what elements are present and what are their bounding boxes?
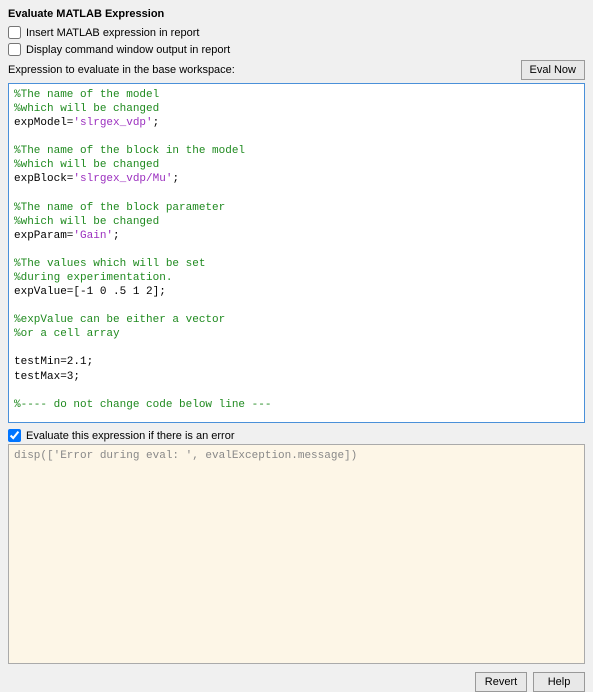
eval-error-label: Evaluate this expression if there is an … [26,430,235,442]
code-line: %during experimentation. [14,272,172,284]
insert-expr-checkbox[interactable] [8,26,21,39]
code-line: %or a cell array [14,328,120,340]
code-line: %The name of the block parameter [14,202,225,214]
revert-button[interactable]: Revert [475,672,527,692]
footer-buttons: Revert Help [8,672,585,692]
code-line: ; [113,230,120,242]
code-line: %which will be changed [14,159,159,171]
code-line: expValue=[-1 0 .5 1 2]; [14,286,166,298]
expression-label: Expression to evaluate in the base works… [8,64,235,76]
code-line: 'slrgex_vdp' [73,117,152,129]
display-output-row: Display command window output in report [8,43,585,56]
code-line: %The name of the block in the model [14,145,245,157]
code-line: %The values which will be set [14,258,205,270]
code-line: testMin=2.1; [14,356,93,368]
panel-title: Evaluate MATLAB Expression [8,8,585,20]
expression-editor[interactable]: %The name of the model %which will be ch… [8,83,585,423]
code-line: ; [172,173,179,185]
eval-error-row: Evaluate this expression if there is an … [8,429,585,442]
code-line: expBlock= [14,173,73,185]
expression-label-row: Expression to evaluate in the base works… [8,60,585,80]
code-line: %which will be changed [14,216,159,228]
code-line: %---- do not change code below line --- [14,399,271,411]
code-line: testMax=3; [14,371,80,383]
insert-expr-label: Insert MATLAB expression in report [26,27,199,39]
code-line: expModel= [14,117,73,129]
code-line: expParam= [14,230,73,242]
code-line: %The name of the model [14,89,159,101]
code-line: ; [153,117,160,129]
code-line: %expValue can be either a vector [14,314,225,326]
help-button[interactable]: Help [533,672,585,692]
display-output-label: Display command window output in report [26,44,230,56]
error-expression-editor[interactable]: disp(['Error during eval: ', evalExcepti… [8,444,585,664]
code-line: 'Gain' [73,230,113,242]
insert-expr-row: Insert MATLAB expression in report [8,26,585,39]
eval-now-button[interactable]: Eval Now [521,60,585,80]
eval-error-checkbox[interactable] [8,429,21,442]
display-output-checkbox[interactable] [8,43,21,56]
code-line: 'slrgex_vdp/Mu' [73,173,172,185]
code-line: %which will be changed [14,103,159,115]
